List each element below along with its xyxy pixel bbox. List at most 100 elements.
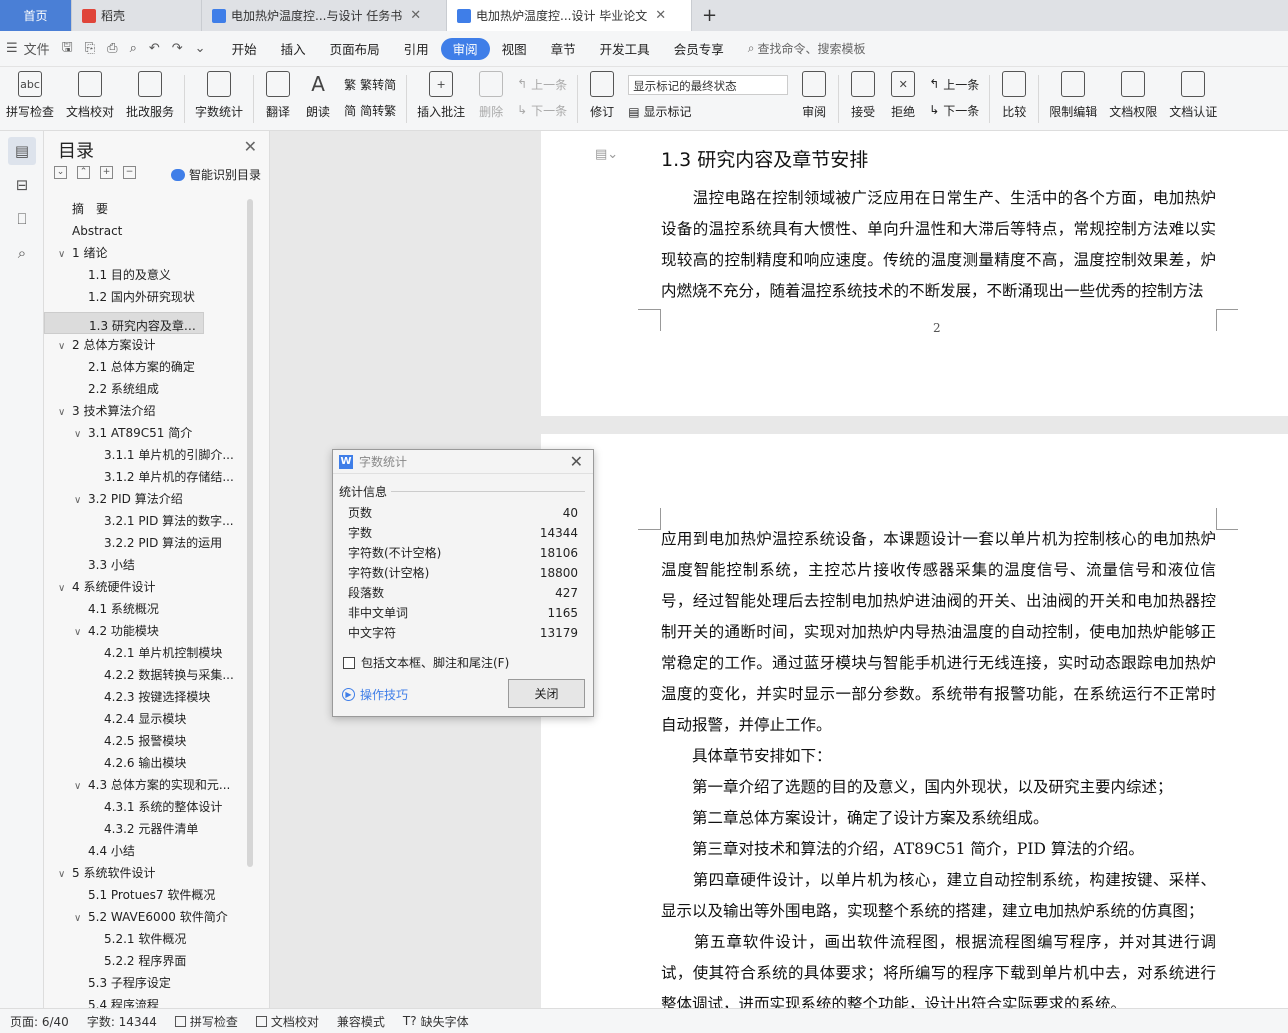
toc-item[interactable]: ∨ 3.2 PID 算法介绍 <box>44 488 252 510</box>
preview-icon[interactable]: ⌕ <box>124 41 143 56</box>
menu-item[interactable]: 页面布局 <box>318 38 392 60</box>
tab-3[interactable]: 电加热炉温度控...设计 毕业论文 ✕ <box>447 0 692 31</box>
compat-mode-status[interactable]: 兼容模式 <box>337 1013 385 1030</box>
toc-item[interactable]: 4.1 系统概况 <box>44 598 252 620</box>
toc-item[interactable]: 3.3 小结 <box>44 554 252 576</box>
proofread-status[interactable]: 文档校对 <box>255 1013 319 1030</box>
toc-item[interactable]: 2.1 总体方案的确定 <box>44 356 252 378</box>
compare-button[interactable]: 比较 <box>994 71 1034 120</box>
save-icon[interactable]: 🖫 <box>56 38 79 60</box>
toc-item[interactable]: 4.2.3 按键选择模块 <box>44 686 252 708</box>
chevron-down-icon[interactable]: ∨ <box>58 864 72 884</box>
markup-state-select[interactable]: 显示标记的最终状态 <box>628 75 789 95</box>
undo-icon[interactable]: ↶ <box>143 41 166 56</box>
close-icon[interactable]: ✕ <box>244 137 257 156</box>
chevron-down-icon[interactable]: ∨ <box>58 578 72 598</box>
toc-item[interactable]: ∨ 2 总体方案设计 <box>44 334 252 356</box>
toc-item[interactable]: ∨ 5.2 WAVE6000 软件简介 <box>44 906 252 928</box>
toc-item[interactable]: 3.2.2 PID 算法的运用 <box>44 532 252 554</box>
new-tab-button[interactable]: + <box>692 0 727 31</box>
prev-change-button[interactable]: ↰ 上一条 <box>929 76 979 93</box>
missing-font-status[interactable]: T? 缺失字体 <box>403 1013 469 1030</box>
tab-2[interactable]: 电加热炉温度控...与设计 任务书 ✕ <box>202 0 447 31</box>
tips-link[interactable]: ▶ 操作技巧 <box>342 686 408 703</box>
menu-item[interactable]: 插入 <box>269 38 318 60</box>
toc-item[interactable]: 摘 要 <box>44 198 252 220</box>
include-textbox-checkbox[interactable]: 包括文本框、脚注和尾注(F) <box>343 654 509 671</box>
approve-service-button[interactable]: 批改服务 <box>120 71 180 120</box>
menu-item[interactable]: 章节 <box>539 38 588 60</box>
bookmark-icon[interactable]: ⎕ <box>8 205 36 233</box>
show-markup-button[interactable]: ▤ 显示标记 <box>628 103 788 120</box>
toc-item[interactable]: 3.2.1 PID 算法的数字... <box>44 510 252 532</box>
restrict-edit-button[interactable]: 限制编辑 <box>1043 71 1103 120</box>
accept-button[interactable]: 接受 <box>843 71 883 120</box>
chevron-down-icon[interactable]: ∨ <box>58 402 72 422</box>
toc-item[interactable]: 4.2.6 输出模块 <box>44 752 252 774</box>
toc-item[interactable]: 4.2.4 显示模块 <box>44 708 252 730</box>
close-button[interactable]: 关闭 <box>508 679 585 708</box>
reject-button[interactable]: ✕ 拒绝 <box>883 71 923 120</box>
print-icon[interactable]: ⎙ <box>101 41 123 56</box>
page-indicator[interactable]: 页面: 6/40 <box>10 1013 69 1030</box>
trad-to-simp-button[interactable]: 繁繁转简 <box>344 76 396 93</box>
chevron-down-icon[interactable]: ∨ <box>74 908 88 928</box>
delete-comment-button[interactable]: 删除 <box>471 71 511 120</box>
toc-item[interactable]: 5.3 子程序设定 <box>44 972 252 994</box>
word-count-button[interactable]: 字数统计 <box>189 71 249 120</box>
close-icon[interactable]: ✕ <box>410 8 421 23</box>
spell-check-button[interactable]: abc 拼写检查 <box>0 71 60 120</box>
menu-item[interactable]: 视图 <box>490 38 539 60</box>
chapter-icon[interactable]: ⊟ <box>8 171 36 199</box>
toc-item[interactable]: ∨ 1 绪论 <box>44 242 252 264</box>
file-menu[interactable]: ☰ 文件 <box>0 39 56 58</box>
doc-certify-button[interactable]: 文档认证 <box>1163 71 1217 120</box>
chevron-down-icon[interactable]: ∨ <box>74 622 88 642</box>
insert-comment-button[interactable]: + 插入批注 <box>411 71 471 120</box>
toc-item[interactable]: 4.2.5 报警模块 <box>44 730 252 752</box>
toc-item[interactable]: 4.4 小结 <box>44 840 252 862</box>
toc-item[interactable]: 5.2.1 软件概况 <box>44 928 252 950</box>
simp-to-trad-button[interactable]: 简简转繁 <box>344 102 396 119</box>
toc-icon[interactable]: ▤ <box>8 137 36 165</box>
translate-button[interactable]: 翻译 <box>258 71 298 120</box>
redo-icon[interactable]: ↷ <box>166 41 189 56</box>
close-icon[interactable]: ✕ <box>655 8 666 23</box>
chevron-down-icon[interactable]: ∨ <box>58 336 72 356</box>
chevron-down-icon[interactable]: ∨ <box>58 244 72 264</box>
menu-item[interactable]: 开始 <box>220 38 269 60</box>
next-comment-button[interactable]: ↳ 下一条 <box>517 102 567 119</box>
toc-scrollbar[interactable] <box>247 199 253 867</box>
toc-item[interactable]: 4.2.2 数据转换与采集... <box>44 664 252 686</box>
spell-check-status[interactable]: 拼写检查 <box>174 1013 238 1030</box>
toc-item[interactable]: 3.1.1 单片机的引脚介... <box>44 444 252 466</box>
toc-item[interactable]: 1.2 国内外研究现状 <box>44 286 252 308</box>
search-icon[interactable]: ⌕ <box>8 239 36 267</box>
close-icon[interactable]: ✕ <box>570 452 583 471</box>
toc-control-icon[interactable]: + <box>100 166 113 179</box>
toc-item[interactable]: 1.3 研究内容及章节安排 <box>44 312 204 334</box>
toc-item[interactable]: 4.3.1 系统的整体设计 <box>44 796 252 818</box>
toc-item[interactable]: ∨ 3 技术算法介绍 <box>44 400 252 422</box>
toc-item[interactable]: ∨ 4 系统硬件设计 <box>44 576 252 598</box>
toc-item[interactable]: ∨ 4.3 总体方案的实现和元... <box>44 774 252 796</box>
toc-control-icon[interactable]: ⌄ <box>54 166 67 179</box>
more-icon[interactable]: ⌄ <box>189 41 212 56</box>
toc-item[interactable]: 2.2 系统组成 <box>44 378 252 400</box>
toc-item[interactable]: 3.1.2 单片机的存储结... <box>44 466 252 488</box>
toc-item[interactable]: ∨ 4.2 功能模块 <box>44 620 252 642</box>
track-changes-button[interactable]: 修订 <box>582 71 622 120</box>
toc-item[interactable]: 4.3.2 元器件清单 <box>44 818 252 840</box>
chevron-down-icon[interactable]: ∨ <box>74 490 88 510</box>
word-count-indicator[interactable]: 字数: 14344 <box>87 1013 157 1030</box>
tab-0[interactable]: 首页 <box>0 0 72 31</box>
tab-1[interactable]: 稻壳 <box>72 0 202 31</box>
dialog-titlebar[interactable]: W 字数统计 ✕ <box>333 450 593 474</box>
toc-item[interactable]: ∨ 5 系统软件设计 <box>44 862 252 884</box>
menu-item[interactable]: 会员专享 <box>662 38 736 60</box>
chevron-down-icon[interactable]: ∨ <box>74 424 88 444</box>
toc-item[interactable]: Abstract <box>44 220 252 242</box>
toc-control-icon[interactable]: ⌃ <box>77 166 90 179</box>
toc-control-icon[interactable]: − <box>123 166 136 179</box>
prev-comment-button[interactable]: ↰ 上一条 <box>517 76 567 93</box>
